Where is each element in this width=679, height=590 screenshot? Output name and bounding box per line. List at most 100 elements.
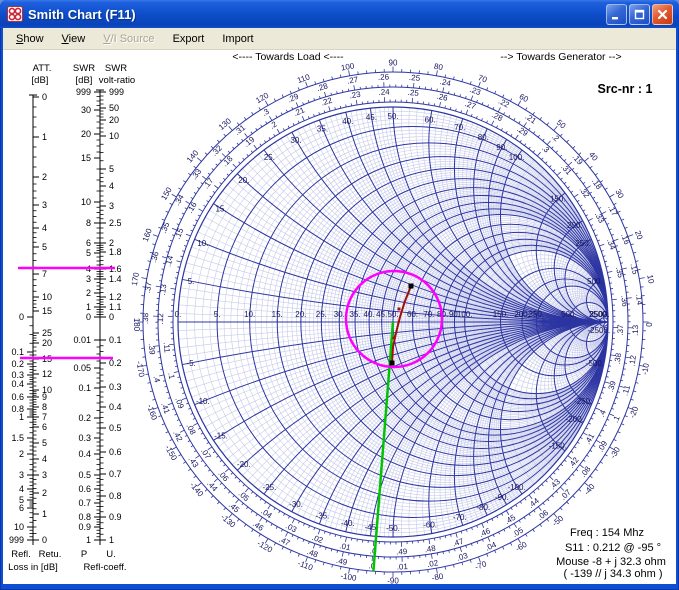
svg-text:150.: 150. [550, 194, 566, 203]
src-nr-label: Src-nr : 1 [598, 82, 653, 96]
svg-text:-50: -50 [551, 513, 566, 528]
svg-text:-20.: -20. [237, 460, 251, 469]
svg-text:.37: .37 [616, 324, 625, 336]
svg-text:5: 5 [86, 248, 91, 258]
svg-text:0.2: 0.2 [109, 358, 122, 368]
svg-text:30.: 30. [334, 310, 345, 319]
svg-text:.05: .05 [511, 525, 526, 539]
svg-text:30: 30 [81, 105, 91, 115]
svg-text:.04: .04 [484, 540, 498, 553]
svg-text:0.01: 0.01 [73, 335, 91, 345]
svg-text:999: 999 [9, 535, 24, 545]
svg-text:.24: .24 [378, 87, 390, 96]
svg-text:-500.: -500. [586, 359, 604, 368]
svg-text:.47: .47 [277, 535, 291, 548]
svg-text:-10: -10 [640, 362, 651, 375]
trace-end-marker [408, 283, 414, 289]
svg-text:6: 6 [42, 422, 47, 432]
svg-text:-100: -100 [340, 571, 358, 583]
menu-item-v-i-source[interactable]: V/I Source [94, 30, 163, 48]
svg-text:.21: .21 [292, 105, 306, 118]
svg-text:70.: 70. [423, 310, 434, 319]
svg-text:.48: .48 [306, 547, 320, 559]
svg-text:0: 0 [109, 312, 114, 322]
svg-text:9: 9 [42, 392, 47, 402]
menu-item-export[interactable]: Export [164, 30, 214, 48]
svg-text:1.8: 1.8 [109, 247, 122, 257]
svg-text:20: 20 [109, 115, 119, 125]
svg-text:35.: 35. [317, 124, 328, 133]
svg-text:7: 7 [42, 412, 47, 422]
svg-text:-5.: -5. [186, 359, 195, 368]
svg-text:15.: 15. [215, 205, 226, 214]
svg-text:15.: 15. [272, 310, 283, 319]
svg-text:.23: .23 [349, 90, 362, 101]
svg-text:.22: .22 [320, 96, 334, 108]
nomograph: 012345710152520151210987654321000.10.20.… [8, 63, 135, 573]
svg-text:[dB]: [dB] [76, 75, 93, 86]
svg-text:60.: 60. [407, 310, 418, 319]
content-area: -170 -160 -150 -140 -130 -120 -110 -100 -90 -80 -7… [3, 50, 676, 584]
svg-text:4: 4 [42, 223, 47, 233]
svg-text:3: 3 [86, 274, 91, 284]
svg-text:.43: .43 [187, 455, 201, 470]
svg-text:1.1: 1.1 [109, 302, 122, 312]
title-bar[interactable]: Smith Chart (F11) [0, 0, 679, 28]
svg-text:.39: .39 [147, 343, 157, 356]
svg-text:50: 50 [109, 103, 119, 113]
smith-chart[interactable]: -170-160-150-140-130-120-110-100 -90 -80-7… [3, 50, 676, 584]
svg-text:5: 5 [109, 164, 114, 174]
mouse-readout-line1: Mouse -8 + j 32.3 ohm [556, 556, 666, 568]
svg-text:volt-ratio: volt-ratio [99, 75, 135, 86]
svg-text:.07: .07 [199, 447, 213, 462]
svg-text:500.: 500. [587, 277, 603, 286]
svg-text:2: 2 [42, 172, 47, 182]
minimize-button[interactable] [606, 3, 627, 25]
svg-text:.14: .14 [634, 293, 644, 306]
svg-text:90.: 90. [496, 143, 507, 152]
menu-item-import[interactable]: Import [213, 30, 262, 48]
svg-text:.01: .01 [397, 562, 409, 571]
svg-text:.26: .26 [436, 92, 449, 103]
svg-text:100.: 100. [457, 310, 473, 319]
svg-text:.13: .13 [631, 324, 640, 336]
svg-text:.18: .18 [590, 177, 604, 192]
menu-item-view[interactable]: View [53, 30, 95, 48]
svg-text:1: 1 [19, 412, 24, 422]
svg-text:.32: .32 [210, 143, 225, 158]
svg-text:-120: -120 [256, 539, 275, 555]
svg-text:1: 1 [42, 509, 47, 519]
app-icon [7, 6, 23, 22]
svg-text:.41: .41 [159, 401, 171, 415]
maximize-button[interactable] [629, 3, 650, 25]
svg-text:.17: .17 [606, 204, 619, 219]
svg-text:P: P [81, 549, 87, 560]
svg-text:SWR: SWR [105, 63, 127, 74]
svg-text:0.6: 0.6 [109, 447, 122, 457]
svg-text:50.: 50. [387, 310, 398, 319]
svg-text:500.: 500. [561, 310, 577, 319]
svg-text:0.6: 0.6 [78, 484, 91, 494]
svg-text:50: 50 [555, 118, 568, 131]
svg-text:0.8: 0.8 [109, 491, 122, 501]
svg-text:0.2: 0.2 [78, 413, 91, 423]
svg-text:-60.: -60. [423, 521, 437, 530]
close-button[interactable] [652, 3, 673, 25]
svg-text:10.: 10. [244, 310, 255, 319]
svg-text:25: 25 [42, 328, 52, 338]
svg-text:250.: 250. [575, 239, 591, 248]
svg-text:0: 0 [645, 322, 654, 327]
menu-bar: Show View V/I Source Export Import [3, 28, 676, 50]
svg-text:0.1: 0.1 [11, 347, 24, 357]
svg-text:.25: .25 [409, 73, 421, 83]
svg-text:.19: .19 [570, 152, 584, 167]
svg-text:70: 70 [477, 73, 489, 85]
svg-text:60.: 60. [425, 115, 436, 124]
svg-text:5.: 5. [188, 277, 195, 286]
menu-item-show[interactable]: Show [7, 30, 53, 48]
svg-text:45.: 45. [366, 113, 377, 122]
svg-text:5.: 5. [214, 310, 221, 319]
svg-text:0.4: 0.4 [11, 379, 24, 389]
svg-text:U.: U. [106, 549, 116, 560]
svg-text:0: 0 [42, 92, 47, 102]
